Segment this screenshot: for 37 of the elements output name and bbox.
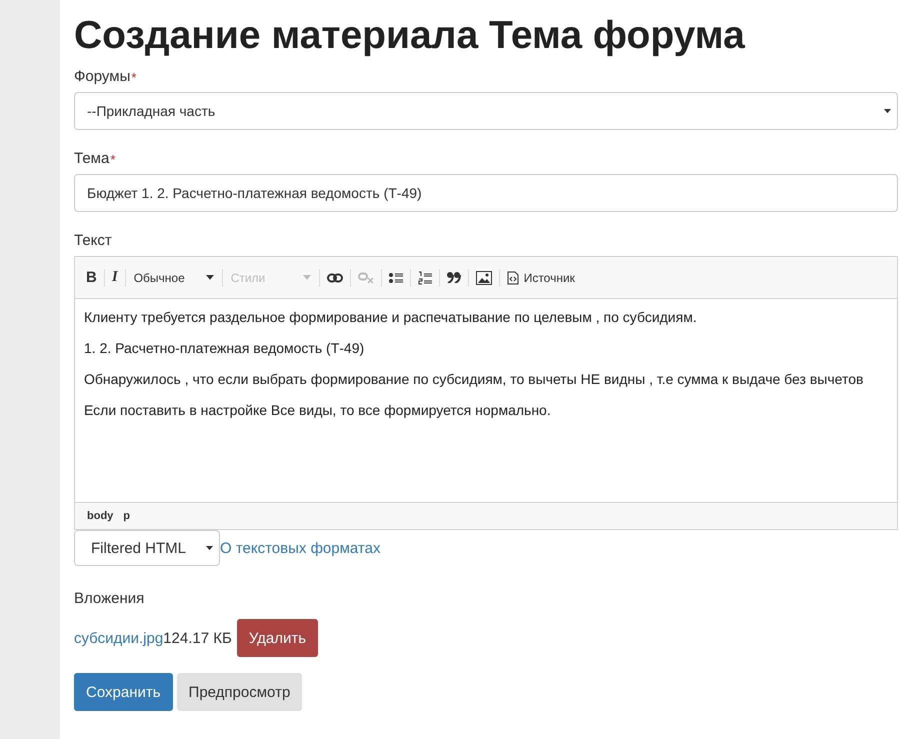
editor-paragraph: Если поставить в настройке Все виды, то все формируется нормально. <box>84 402 552 419</box>
forum-select[interactable]: --Прикладная часть <box>74 92 898 130</box>
italic-button[interactable]: I <box>106 264 123 290</box>
page-title: Создание материала Тема форума <box>74 14 746 58</box>
field-label: Текст <box>74 232 112 249</box>
required-mark: * <box>110 152 116 167</box>
editor-paragraph: 1. 2. Расчетно-платежная ведомость (Т-49) <box>84 340 366 357</box>
format-select[interactable]: Filtered HTML <box>74 530 220 566</box>
topic-input[interactable]: Бюджет 1. 2. Расчетно-платежная ведомость (Т-49) <box>74 174 898 212</box>
required-mark: * <box>131 70 136 85</box>
source-icon <box>506 270 519 284</box>
numbered-list-icon <box>418 270 432 284</box>
source-button[interactable]: Источник <box>502 264 580 290</box>
link-icon <box>326 272 343 282</box>
quote-icon <box>446 272 461 283</box>
element-path-item[interactable]: body <box>87 510 114 522</box>
format-dropdown[interactable]: Обычное <box>128 264 220 290</box>
field-label: Вложения <box>74 590 144 607</box>
field-label: Форумы <box>74 68 130 85</box>
delete-button[interactable]: Удалить <box>236 619 318 657</box>
preview-button[interactable]: Предпросмотр <box>176 673 302 711</box>
field-label: Тема <box>74 150 110 167</box>
caret-icon <box>206 275 214 280</box>
file-size: 124.17 КБ <box>163 630 232 646</box>
bold-button[interactable]: B <box>81 264 102 290</box>
caret-icon <box>206 546 213 550</box>
image-icon <box>476 270 492 284</box>
bullet-list-icon <box>388 272 403 284</box>
editor-paragraph: Клиенту требуется раздельное формирование и распечатывание по целевым , по субсидиям. <box>84 309 698 326</box>
formats-help-link[interactable]: О текстовых форматах <box>220 540 380 556</box>
attachment-link[interactable]: субсидии.jpg <box>74 630 164 646</box>
editor-paragraph: Обнаружилось , что если выбрать формирование по субсидиям, то вычеты НЕ видны , т.е сумма к выдаче без вычетов <box>84 371 864 388</box>
caret-icon <box>302 275 311 280</box>
save-button[interactable]: Сохранить <box>74 673 173 711</box>
element-path-item[interactable]: p <box>123 510 130 522</box>
caret-icon <box>884 108 891 114</box>
unlink-icon <box>358 272 374 284</box>
